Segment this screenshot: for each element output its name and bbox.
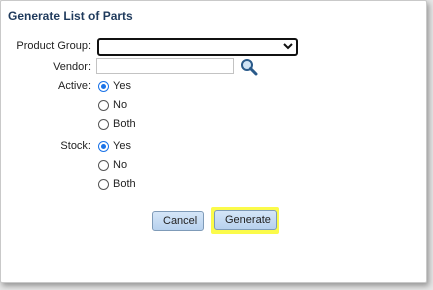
stock-both-label: Both <box>113 178 136 190</box>
stock-yes-option[interactable]: Yes <box>98 138 131 154</box>
stock-no-label: No <box>113 159 128 171</box>
generate-button[interactable]: Generate <box>214 210 277 230</box>
active-both-label: Both <box>113 118 136 130</box>
magnifier-icon[interactable] <box>240 58 258 76</box>
active-yes-radio[interactable] <box>98 80 109 92</box>
stock-label: Stock: <box>60 140 91 152</box>
chevron-down-icon <box>283 43 293 50</box>
stock-no-option[interactable]: No <box>98 157 127 173</box>
vendor-label: Vendor: <box>53 61 91 73</box>
active-yes-label: Yes <box>113 80 131 92</box>
active-no-label: No <box>113 99 128 111</box>
stock-both-option[interactable]: Both <box>98 176 136 192</box>
active-both-radio[interactable] <box>98 118 109 130</box>
dialog-title: Generate List of Parts <box>8 9 133 23</box>
product-group-label: Product Group: <box>16 40 91 52</box>
stock-both-radio[interactable] <box>98 178 109 190</box>
stock-yes-radio[interactable] <box>98 140 109 152</box>
vendor-input[interactable] <box>96 58 234 74</box>
active-no-option[interactable]: No <box>98 97 127 113</box>
product-group-select[interactable] <box>97 38 298 56</box>
active-both-option[interactable]: Both <box>98 116 136 132</box>
generate-parts-dialog: Generate List of Parts Product Group: Ve… <box>0 0 427 283</box>
active-label: Active: <box>57 80 91 92</box>
active-no-radio[interactable] <box>98 99 109 111</box>
stock-no-radio[interactable] <box>98 159 109 171</box>
stock-yes-label: Yes <box>113 140 131 152</box>
cancel-button[interactable]: Cancel <box>152 211 204 231</box>
active-yes-option[interactable]: Yes <box>98 78 131 94</box>
